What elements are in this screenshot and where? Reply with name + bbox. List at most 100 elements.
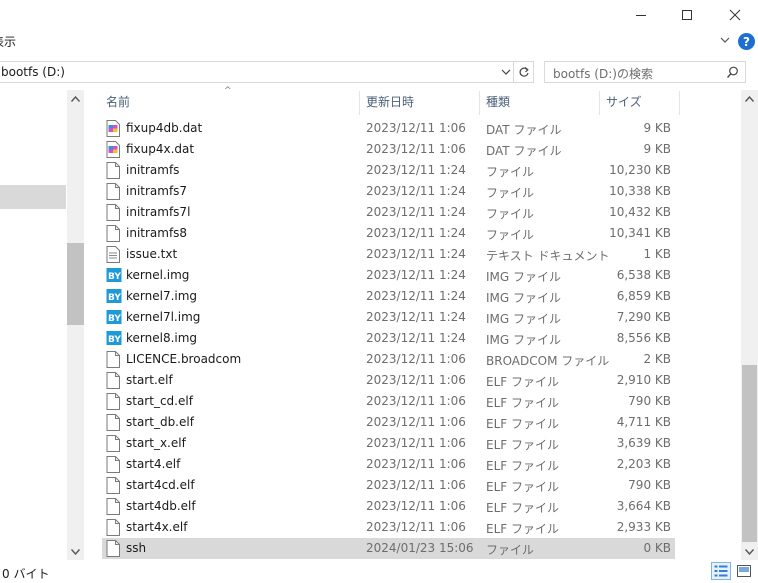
file-type: ELF ファイル bbox=[486, 501, 559, 515]
address-bar[interactable]: bootfs (D:) bbox=[0, 61, 514, 83]
blank-file-icon bbox=[106, 519, 120, 536]
column-header-type[interactable]: 種類 bbox=[486, 91, 598, 115]
list-scroll-up-button[interactable] bbox=[741, 90, 758, 107]
view-tab[interactable]: 表示 bbox=[0, 33, 16, 50]
column-header-size[interactable]: サイズ bbox=[606, 91, 678, 115]
file-type: ファイル bbox=[486, 543, 535, 557]
file-row[interactable]: LICENCE.broadcom 2023/12/11 1:06 BROADCOM … bbox=[102, 349, 675, 370]
file-size: 8,556 KB bbox=[616, 331, 671, 345]
file-row[interactable]: ssh 2024/01/23 15:06 ファイル 0 KB bbox=[102, 538, 675, 559]
file-name: start4.elf bbox=[126, 457, 181, 471]
file-type: IMG ファイル bbox=[486, 291, 562, 305]
svg-text:BY: BY bbox=[108, 314, 121, 324]
file-row[interactable]: start4x.elf 2023/12/11 1:06 ELF ファイル 2,933 … bbox=[102, 517, 675, 538]
img-file-icon: BY bbox=[106, 330, 122, 347]
nav-scrollbar[interactable] bbox=[67, 90, 84, 560]
file-date: 2023/12/11 1:06 bbox=[366, 394, 466, 408]
blank-file-icon bbox=[106, 372, 120, 389]
nav-scroll-down-button[interactable] bbox=[67, 543, 84, 560]
refresh-button[interactable] bbox=[514, 61, 534, 83]
file-type: IMG ファイル bbox=[486, 333, 562, 347]
file-row[interactable]: start_db.elf 2023/12/11 1:06 ELF ファイル 4,711… bbox=[102, 412, 675, 433]
help-label: ? bbox=[743, 34, 750, 49]
file-row[interactable]: initramfs7 2023/12/11 1:24 ファイル 10,338 KB bbox=[102, 181, 675, 202]
blank-file-icon bbox=[106, 351, 120, 368]
file-date: 2023/12/11 1:24 bbox=[366, 205, 466, 219]
list-scroll-down-button[interactable] bbox=[741, 543, 758, 560]
file-row[interactable]: issue.txt 2023/12/11 1:24 テキスト ドキュメント 1 KB bbox=[102, 244, 675, 265]
nav-scrollbar-thumb[interactable] bbox=[67, 243, 84, 325]
column-divider[interactable] bbox=[359, 91, 360, 115]
blank-file-icon bbox=[106, 540, 120, 557]
column-divider[interactable] bbox=[479, 91, 480, 115]
file-date: 2023/12/11 1:24 bbox=[366, 289, 466, 303]
blank-file-icon bbox=[106, 435, 120, 452]
column-divider[interactable] bbox=[679, 91, 680, 115]
file-type: IMG ファイル bbox=[486, 312, 562, 326]
column-header-name[interactable]: 名前 bbox=[106, 91, 358, 115]
blank-file-icon bbox=[106, 225, 120, 242]
close-button[interactable] bbox=[712, 0, 758, 30]
file-size: 6,859 KB bbox=[616, 289, 671, 303]
minimize-button[interactable] bbox=[618, 0, 664, 30]
file-date: 2023/12/11 1:06 bbox=[366, 478, 466, 492]
file-row[interactable]: fixup4x.dat 2023/12/11 1:06 DAT ファイル 9 KB bbox=[102, 139, 675, 160]
column-header-date[interactable]: 更新日時 bbox=[366, 91, 478, 115]
file-row[interactable]: start_cd.elf 2023/12/11 1:06 ELF ファイル 790 K… bbox=[102, 391, 675, 412]
file-size: 2,910 KB bbox=[616, 373, 671, 387]
file-type: ELF ファイル bbox=[486, 375, 559, 389]
chevron-down-icon bbox=[71, 548, 80, 555]
img-file-icon: BY bbox=[106, 309, 122, 326]
file-size: 3,664 KB bbox=[616, 499, 671, 513]
search-box[interactable]: bootfs (D:)の検索 bbox=[544, 61, 746, 83]
file-row[interactable]: start.elf 2023/12/11 1:06 ELF ファイル 2,910 KB bbox=[102, 370, 675, 391]
file-date: 2023/12/11 1:24 bbox=[366, 268, 466, 282]
file-size: 790 KB bbox=[628, 478, 671, 492]
details-view-button[interactable] bbox=[711, 562, 731, 580]
nav-scroll-up-button[interactable] bbox=[67, 90, 84, 107]
file-date: 2023/12/11 1:06 bbox=[366, 352, 466, 366]
blank-file-icon bbox=[106, 204, 120, 221]
ribbon-expand-button[interactable] bbox=[718, 33, 732, 47]
file-size: 10,432 KB bbox=[609, 205, 671, 219]
file-row[interactable]: BY kernel7.img 2023/12/11 1:24 IMG ファイル 6,85… bbox=[102, 286, 675, 307]
column-date-label: 更新日時 bbox=[366, 95, 415, 109]
nav-item-selected[interactable] bbox=[0, 185, 66, 209]
large-icons-view-icon bbox=[737, 565, 751, 577]
file-size: 3,639 KB bbox=[616, 436, 671, 450]
large-icons-view-button[interactable] bbox=[734, 562, 754, 580]
file-size: 10,230 KB bbox=[609, 163, 671, 177]
file-row[interactable]: BY kernel7l.img 2023/12/11 1:24 IMG ファイル 7,2… bbox=[102, 307, 675, 328]
file-type: BROADCOM ファイル bbox=[486, 354, 610, 368]
file-name: fixup4x.dat bbox=[126, 142, 195, 156]
file-date: 2024/01/23 15:06 bbox=[366, 541, 474, 555]
dat-file-icon bbox=[106, 141, 120, 158]
file-name: ssh bbox=[126, 541, 147, 555]
column-name-label: 名前 bbox=[106, 95, 131, 109]
file-name: kernel8.img bbox=[126, 331, 198, 345]
file-row[interactable]: BY kernel.img 2023/12/11 1:24 IMG ファイル 6,538… bbox=[102, 265, 675, 286]
file-row[interactable]: start4db.elf 2023/12/11 1:06 ELF ファイル 3,664… bbox=[102, 496, 675, 517]
file-row[interactable]: initramfs8 2023/12/11 1:24 ファイル 10,341 KB bbox=[102, 223, 675, 244]
file-list-scrollbar-thumb[interactable] bbox=[742, 365, 757, 542]
file-size: 2,933 KB bbox=[616, 520, 671, 534]
file-name: start_cd.elf bbox=[126, 394, 193, 408]
file-row[interactable]: start4cd.elf 2023/12/11 1:06 ELF ファイル 790 K… bbox=[102, 475, 675, 496]
file-date: 2023/12/11 1:06 bbox=[366, 142, 466, 156]
help-button[interactable]: ? bbox=[738, 33, 755, 50]
chevron-up-icon bbox=[745, 95, 754, 102]
file-row[interactable]: start4.elf 2023/12/11 1:06 ELF ファイル 2,203 K… bbox=[102, 454, 675, 475]
file-name: LICENCE.broadcom bbox=[126, 352, 242, 366]
file-row[interactable]: start_x.elf 2023/12/11 1:06 ELF ファイル 3,639 … bbox=[102, 433, 675, 454]
file-size: 9 KB bbox=[643, 121, 671, 135]
file-row[interactable]: initramfs 2023/12/11 1:24 ファイル 10,230 KB bbox=[102, 160, 675, 181]
column-size-label: サイズ bbox=[606, 95, 642, 109]
file-row[interactable]: initramfs7l 2023/12/11 1:24 ファイル 10,432 KB bbox=[102, 202, 675, 223]
file-date: 2023/12/11 1:06 bbox=[366, 415, 466, 429]
file-row[interactable]: BY kernel8.img 2023/12/11 1:24 IMG ファイル 8,55… bbox=[102, 328, 675, 349]
maximize-button[interactable] bbox=[664, 0, 710, 30]
file-row[interactable]: fixup4db.dat 2023/12/11 1:06 DAT ファイル 9 KB bbox=[102, 118, 675, 139]
file-name: start4x.elf bbox=[126, 520, 188, 534]
column-divider[interactable] bbox=[599, 91, 600, 115]
address-history-button[interactable] bbox=[498, 62, 514, 82]
